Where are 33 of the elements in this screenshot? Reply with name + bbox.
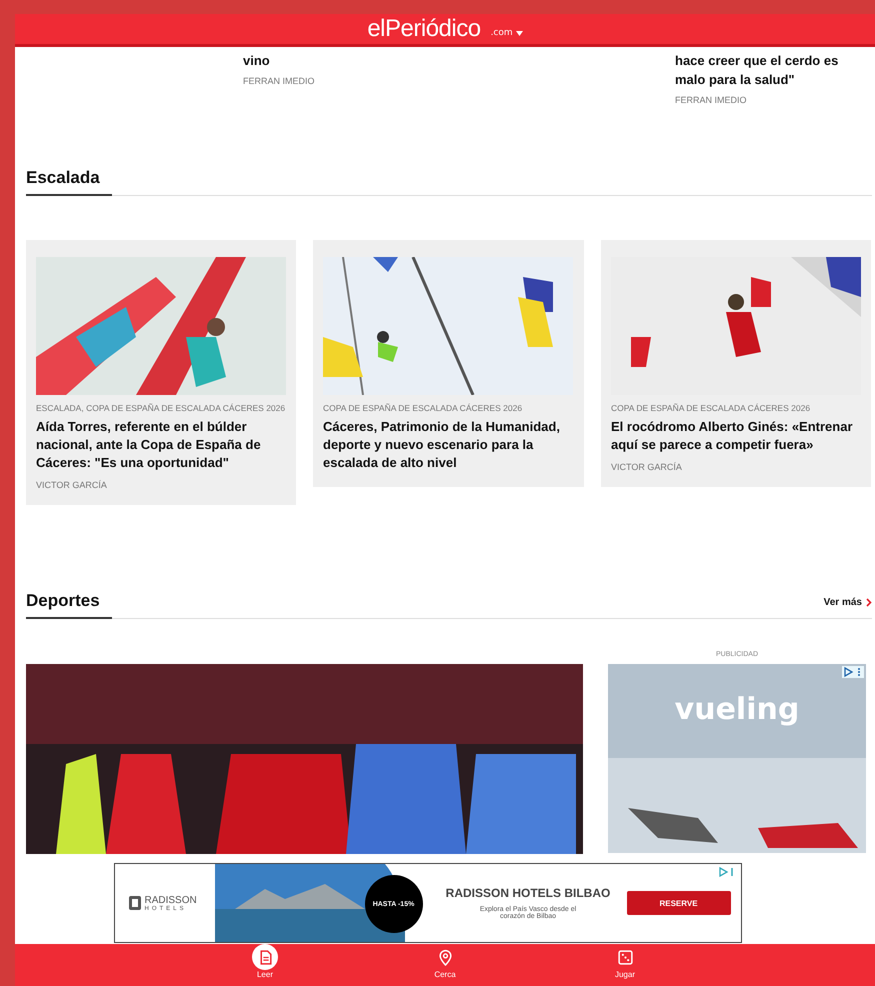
section-title[interactable]: Escalada: [26, 168, 112, 196]
reserve-button[interactable]: RESERVE: [626, 891, 730, 915]
article-kicker: COPA DE ESPAÑA DE ESCALADA CÁCERES 2026: [611, 403, 812, 414]
article-author: VICTOR GARCÍA: [36, 480, 108, 490]
section-title[interactable]: Deportes: [26, 591, 112, 619]
story-author: FERRAN IMEDIO: [243, 76, 316, 86]
edition-selector[interactable]: .com: [490, 28, 523, 38]
article-card[interactable]: COPA DE ESPAÑA DE ESCALADA CÁCERES 2026 El rocódromo Alberto Ginés: «Entrenar aquí se parece a competir fuera» VICTOR GARCÍA: [601, 240, 871, 487]
nav-tab[interactable]: Jugar: [612, 944, 638, 980]
dice-icon: [616, 948, 634, 966]
hotel-logo-icon: [128, 896, 140, 910]
ad-headline: RADISSON HOTELS BILBAO: [446, 886, 610, 900]
ad-choices-icon[interactable]: [842, 666, 864, 678]
chevron-right-icon: [866, 598, 872, 607]
story-author: FERRAN IMEDIO: [675, 95, 748, 105]
article-card[interactable]: COPA DE ESPAÑA DE ESCALADA CÁCERES 2026 Cáceres, Patrimonio de la Humanidad, deporte y nuevo escenario para la escalada de alto nivel: [313, 240, 584, 487]
ad-brand: vueling: [674, 692, 800, 729]
article-author: VICTOR GARCÍA: [611, 462, 683, 472]
see-more-link[interactable]: Ver más: [824, 597, 872, 618]
story-title[interactable]: hace creer que el cerdo es malo para la salud": [675, 51, 865, 89]
article-kicker: COPA DE ESPAÑA DE ESCALADA CÁCERES 2026: [323, 403, 524, 414]
map-pin-icon: [436, 948, 454, 966]
article-title[interactable]: Cáceres, Patrimonio de la Humanidad, deporte y nuevo escenario para la escalada de alto nivel: [323, 418, 574, 472]
story-title[interactable]: vino: [243, 51, 373, 70]
article-title[interactable]: El rocódromo Alberto Ginés: «Entrenar aquí se parece a competir fuera»: [611, 418, 861, 454]
article-kicker: ESCALADA, COPA DE ESPAÑA DE ESCALADA CÁCERES 2026: [36, 403, 286, 414]
brand-name: RADISSON: [144, 894, 197, 906]
caret-icon: [516, 30, 523, 36]
site-logo[interactable]: elPeriódico: [367, 15, 481, 43]
ad-choices-icon[interactable]: [718, 867, 734, 877]
nav-tab[interactable]: Cerca: [432, 944, 458, 980]
article-card[interactable]: ESCALADA, COPA DE ESPAÑA DE ESCALADA CÁCERES 2026 Aída Torres, referente en el búlder nacional, ante la Copa de España de Cáceres: "Es una oportunidad" VICTOR GARCÍA: [26, 240, 296, 505]
article-title[interactable]: Aída Torres, referente en el búlder nacional, ante la Copa de España de Cáceres: "Es una oportunidad": [36, 418, 286, 472]
